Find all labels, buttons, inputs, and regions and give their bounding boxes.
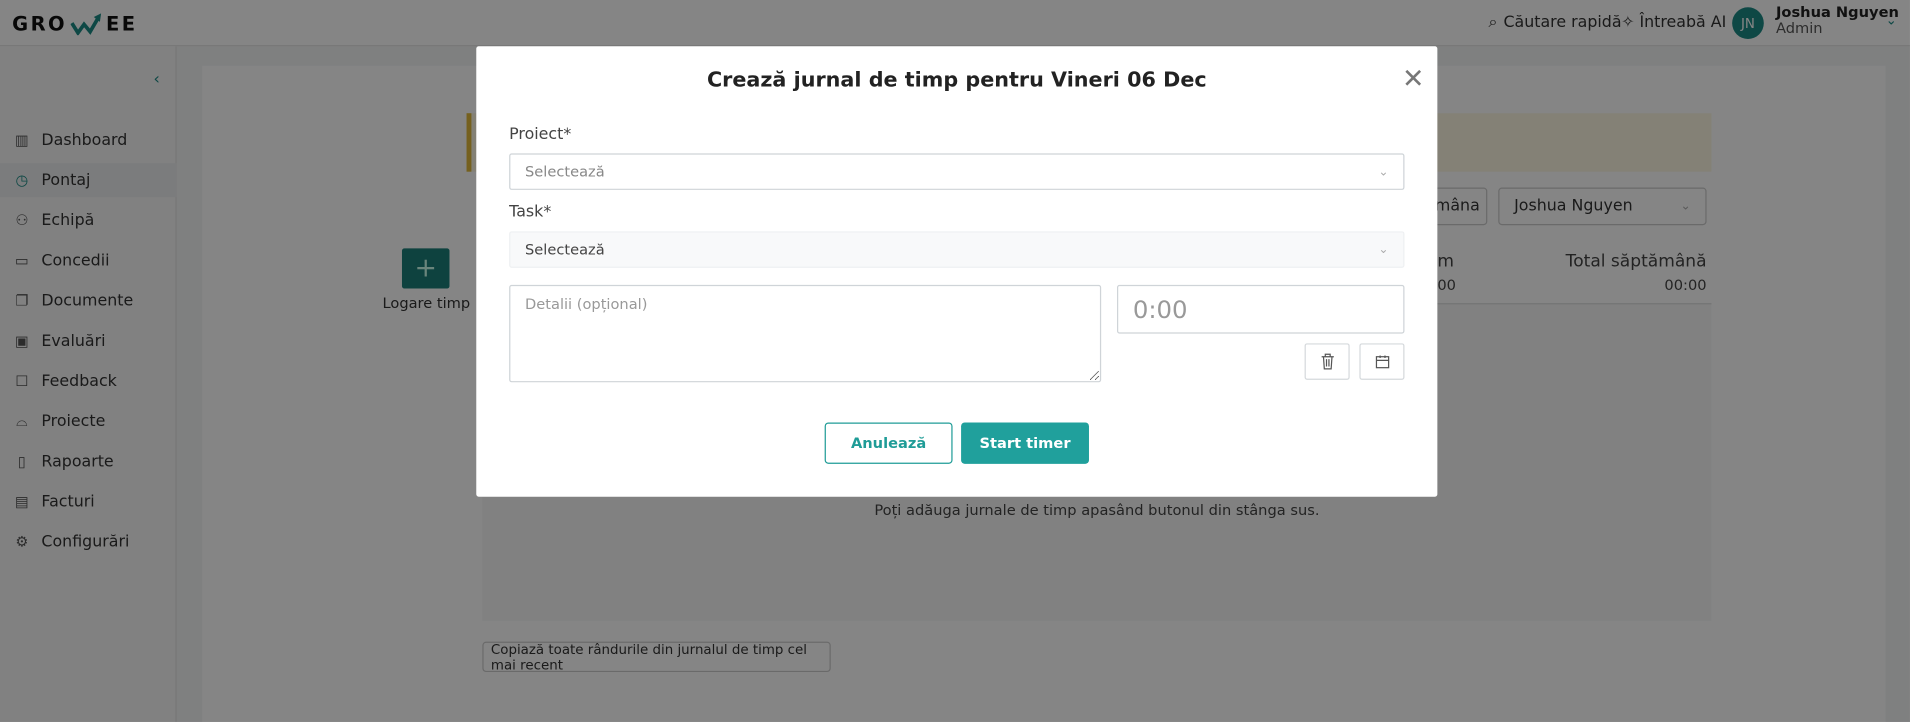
calendar-icon: [1375, 355, 1389, 369]
modal-title: Crează jurnal de timp pentru Vineri 06 D…: [706, 68, 1207, 93]
details-textarea[interactable]: [509, 284, 1102, 383]
cancel-button[interactable]: Anulează: [824, 422, 953, 464]
project-label: Proiect*: [509, 125, 572, 144]
calendar-button[interactable]: [1359, 343, 1405, 380]
delete-button[interactable]: [1304, 343, 1350, 380]
start-timer-button[interactable]: Start timer: [961, 422, 1089, 464]
create-time-log-modal: Crează jurnal de timp pentru Vineri 06 D…: [476, 46, 1438, 497]
task-label: Task*: [509, 203, 552, 222]
chevron-down-icon: ⌄: [1378, 242, 1389, 257]
project-select[interactable]: Selectează ⌄: [509, 153, 1405, 190]
close-icon[interactable]: ✕: [1402, 65, 1424, 95]
trash-icon: [1321, 353, 1334, 370]
duration-input[interactable]: [1116, 284, 1405, 334]
task-select[interactable]: Selectează ⌄: [509, 231, 1405, 268]
chevron-down-icon: ⌄: [1378, 164, 1389, 179]
